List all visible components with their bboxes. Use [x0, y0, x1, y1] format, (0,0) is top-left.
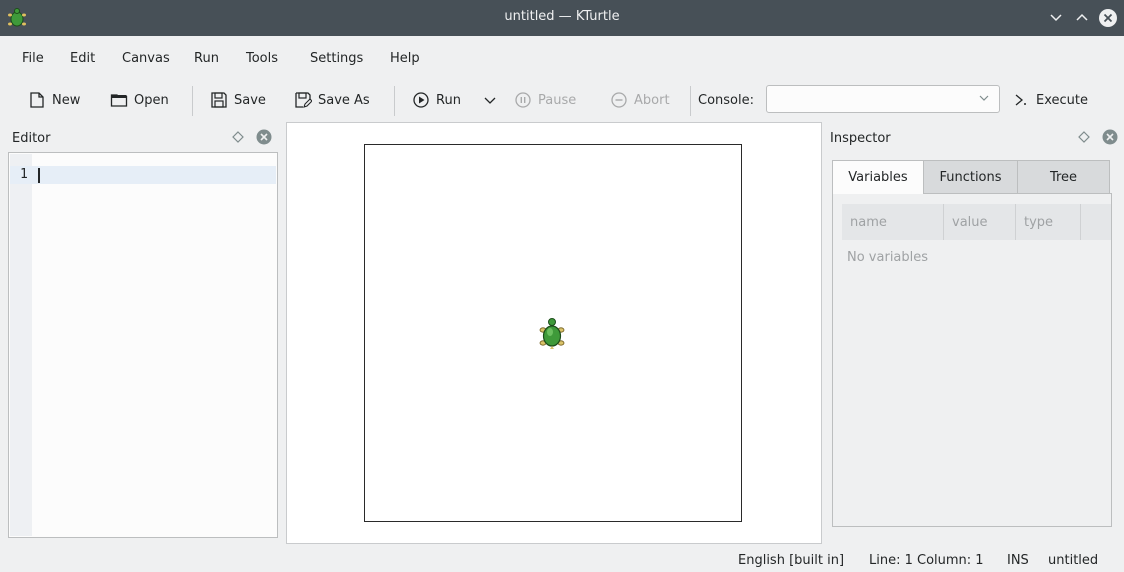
execute-button[interactable]: Execute [1012, 89, 1088, 111]
close-dock-icon[interactable] [256, 129, 272, 145]
status-language: English [built in] [738, 553, 845, 568]
open-label: Open [134, 92, 169, 108]
save-label: Save [234, 92, 266, 108]
column-header-type[interactable]: type [1016, 204, 1081, 240]
new-label: New [52, 92, 81, 108]
console-input[interactable] [766, 85, 1000, 113]
abort-icon [611, 92, 627, 108]
save-as-label: Save As [318, 92, 370, 108]
tab-functions-label: Functions [939, 169, 1002, 185]
text-caret [38, 168, 40, 183]
menu-tools[interactable]: Tools [246, 51, 278, 66]
menu-run[interactable]: Run [194, 51, 219, 66]
window-title: untitled — KTurtle [504, 9, 620, 24]
console-label: Console: [698, 89, 754, 111]
inspector-tab-pane [832, 193, 1112, 527]
run-button[interactable]: Run [412, 89, 461, 111]
maximize-icon[interactable] [1072, 8, 1092, 28]
turtle-icon [539, 318, 565, 349]
variables-table-header: name value type [842, 204, 1111, 240]
tab-tree-label: Tree [1049, 169, 1078, 185]
toolbar-separator [192, 86, 193, 116]
tab-variables[interactable]: Variables [832, 160, 924, 194]
status-file: untitled [1048, 553, 1099, 568]
pause-label: Pause [538, 92, 577, 108]
line-number-gutter [10, 154, 32, 536]
new-file-icon [30, 92, 44, 108]
column-header-name[interactable]: name [842, 204, 944, 240]
save-as-button[interactable]: Save As [294, 89, 370, 111]
toolbar-separator [394, 86, 395, 116]
menu-canvas[interactable]: Canvas [122, 51, 170, 66]
pause-icon [515, 92, 531, 108]
abort-button[interactable]: Abort [610, 89, 670, 111]
save-button[interactable]: Save [210, 89, 266, 111]
menu-file[interactable]: File [22, 51, 44, 66]
tab-functions[interactable]: Functions [923, 160, 1018, 194]
save-as-icon [295, 92, 312, 108]
inspector-tabs: Variables Functions Tree [832, 160, 1110, 194]
column-name-label: name [850, 214, 887, 230]
folder-open-icon [110, 94, 128, 107]
save-icon [211, 92, 227, 108]
console-label-text: Console: [698, 92, 754, 108]
open-button[interactable]: Open [110, 89, 169, 111]
execute-label: Execute [1036, 92, 1088, 108]
execute-icon [1015, 94, 1026, 106]
toolbar-separator [690, 86, 691, 116]
code-editor[interactable]: 1 [8, 152, 278, 538]
chevron-down-icon[interactable] [979, 95, 989, 103]
close-dock-icon[interactable] [1102, 129, 1118, 145]
title-bar: untitled — KTurtle [0, 0, 1124, 36]
menu-settings[interactable]: Settings [310, 51, 363, 66]
tab-variables-label: Variables [848, 170, 908, 185]
run-icon [413, 92, 429, 108]
status-mode: INS [1007, 553, 1029, 568]
editor-dock-title: Editor [12, 131, 51, 146]
current-line-highlight [10, 166, 276, 184]
minimize-icon[interactable] [1046, 8, 1066, 28]
tab-tree[interactable]: Tree [1017, 160, 1110, 194]
status-position: Line: 1 Column: 1 [869, 553, 984, 568]
menu-edit[interactable]: Edit [70, 51, 95, 66]
new-button[interactable]: New [28, 89, 80, 111]
float-icon[interactable] [230, 129, 246, 145]
run-label: Run [436, 92, 461, 108]
line-number: 1 [20, 167, 28, 182]
close-icon[interactable] [1098, 8, 1118, 28]
status-bar: English [built in] Line: 1 Column: 1 INS… [0, 546, 1124, 572]
column-value-label: value [952, 214, 988, 230]
abort-label: Abort [634, 92, 670, 108]
run-dropdown-chevron-icon[interactable] [484, 97, 496, 105]
column-header-value[interactable]: value [944, 204, 1016, 240]
menu-bar: File Edit Canvas Run Tools Settings Help [0, 44, 1124, 70]
menu-help[interactable]: Help [390, 51, 420, 66]
inspector-dock-title: Inspector [830, 131, 891, 146]
float-icon[interactable] [1076, 129, 1092, 145]
empty-variables-message: No variables [847, 250, 929, 265]
pause-button[interactable]: Pause [514, 89, 576, 111]
column-type-label: type [1024, 214, 1054, 230]
